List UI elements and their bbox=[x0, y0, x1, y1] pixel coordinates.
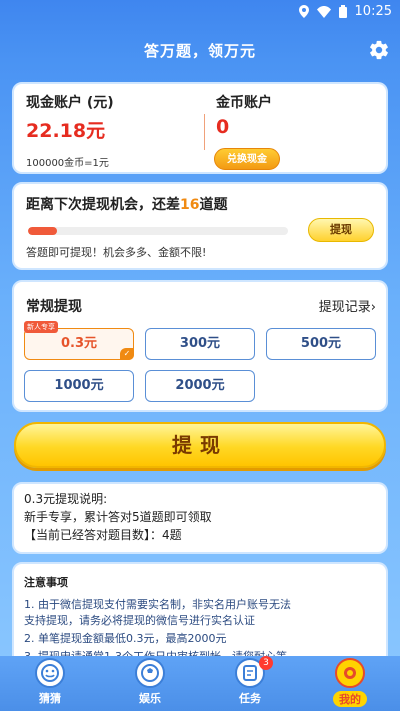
tab-label: 猜猜 bbox=[39, 692, 61, 705]
notes-line-1: 1. 由于微信提现支付需要实名制，非实名用户账号无法 bbox=[24, 598, 291, 611]
tab-tasks[interactable]: 3 任务 bbox=[215, 656, 285, 706]
next-title-prefix: 距离下次提现机会，还差 bbox=[26, 197, 180, 213]
tab-mine[interactable]: 我的 bbox=[315, 658, 385, 707]
progress-bar bbox=[28, 227, 288, 235]
wifi-icon bbox=[316, 5, 331, 18]
title-bar: 答万题，领万元 bbox=[0, 24, 400, 76]
check-icon: ✓ bbox=[120, 348, 134, 360]
tab-entertainment[interactable]: 娱乐 bbox=[115, 658, 185, 706]
next-withdraw-card: 距离下次提现机会，还差16道题 答题即可提现！机会多多、金额不限! 提现 bbox=[12, 182, 388, 270]
profile-icon bbox=[335, 658, 365, 688]
amount-option-label: 300元 bbox=[179, 336, 221, 351]
gear-icon[interactable] bbox=[368, 39, 390, 61]
exchange-rate-note: 100000金币=1元 bbox=[26, 158, 109, 169]
page-title: 答万题，领万元 bbox=[143, 42, 256, 60]
exchange-cash-button[interactable]: 兑换现金 bbox=[214, 148, 280, 170]
amount-option-1000[interactable]: 1000元 bbox=[24, 370, 134, 402]
status-bar: 10:25 bbox=[0, 0, 400, 24]
amount-option-label: 0.3元 bbox=[60, 336, 98, 351]
chevron-right-icon: › bbox=[370, 300, 376, 315]
account-divider bbox=[204, 114, 205, 150]
next-title-suffix: 道题 bbox=[199, 197, 228, 213]
regular-withdraw-title: 常规提现 bbox=[26, 299, 82, 315]
notes-line-2: 支持提现，请务必将提现的微信号进行实名认证 bbox=[24, 614, 255, 627]
withdraw-button[interactable]: 提现 bbox=[14, 422, 386, 468]
location-icon bbox=[298, 5, 309, 18]
status-time: 10:25 bbox=[354, 4, 392, 19]
amount-option-label: 2000元 bbox=[175, 378, 225, 393]
next-withdraw-title: 距离下次提现机会，还差16道题 bbox=[26, 194, 227, 214]
next-withdraw-note: 答题即可提现！机会多多、金额不限! bbox=[26, 246, 207, 259]
notes-title: 注意事项 bbox=[24, 576, 68, 589]
ball-icon bbox=[135, 658, 165, 688]
notes-line-3: 2. 单笔提现金额最低0.3元，最高2000元 bbox=[24, 632, 227, 645]
account-card: 现金账户 (元) 22.18元 100000金币=1元 金币账户 0 兑换现金 bbox=[12, 82, 388, 174]
amount-option-label: 500元 bbox=[300, 336, 342, 351]
battery-icon bbox=[338, 5, 347, 18]
explain-progress: 【当前已经答对题目数】：4题 bbox=[24, 528, 182, 542]
task-badge: 3 bbox=[259, 656, 273, 670]
gold-balance: 0 bbox=[216, 116, 230, 138]
smile-icon bbox=[35, 658, 65, 688]
cash-account-label: 现金账户 (元) bbox=[26, 95, 114, 111]
gold-account-label: 金币账户 bbox=[216, 95, 272, 111]
tab-label: 娱乐 bbox=[139, 692, 161, 705]
cash-balance: 22.18元 bbox=[26, 120, 106, 142]
tab-label: 任务 bbox=[239, 692, 261, 705]
progress-fill bbox=[28, 227, 57, 235]
remaining-count: 16 bbox=[180, 197, 200, 213]
amount-option-0-3[interactable]: 新人专享 0.3元 ✓ bbox=[24, 321, 134, 360]
tab-label: 我的 bbox=[333, 691, 367, 707]
explain-title: 0.3元提现说明: bbox=[24, 492, 108, 506]
withdraw-record-link[interactable]: 提现记录› bbox=[319, 296, 376, 315]
bottom-tab-bar: 猜猜 娱乐 3 任务 我的 bbox=[0, 656, 400, 711]
amount-option-label: 1000元 bbox=[54, 378, 104, 393]
amount-option-500[interactable]: 500元 bbox=[266, 328, 376, 360]
regular-withdraw-card: 常规提现 提现记录› 新人专享 0.3元 ✓ 300元 500元 1000元 2… bbox=[12, 280, 388, 412]
new-user-tag: 新人专享 bbox=[24, 321, 58, 333]
explain-condition: 新手专享，累计答对5道题即可领取 bbox=[24, 510, 212, 524]
tab-guess[interactable]: 猜猜 bbox=[15, 658, 85, 706]
small-withdraw-button[interactable]: 提现 bbox=[308, 218, 374, 242]
status-icons: 10:25 bbox=[298, 4, 392, 19]
amount-option-300[interactable]: 300元 bbox=[145, 328, 255, 360]
explain-card: 0.3元提现说明: 新手专享，累计答对5道题即可领取 【当前已经答对题目数】：4… bbox=[12, 482, 388, 554]
amount-option-2000[interactable]: 2000元 bbox=[145, 370, 255, 402]
withdraw-record-label: 提现记录 bbox=[318, 300, 371, 315]
